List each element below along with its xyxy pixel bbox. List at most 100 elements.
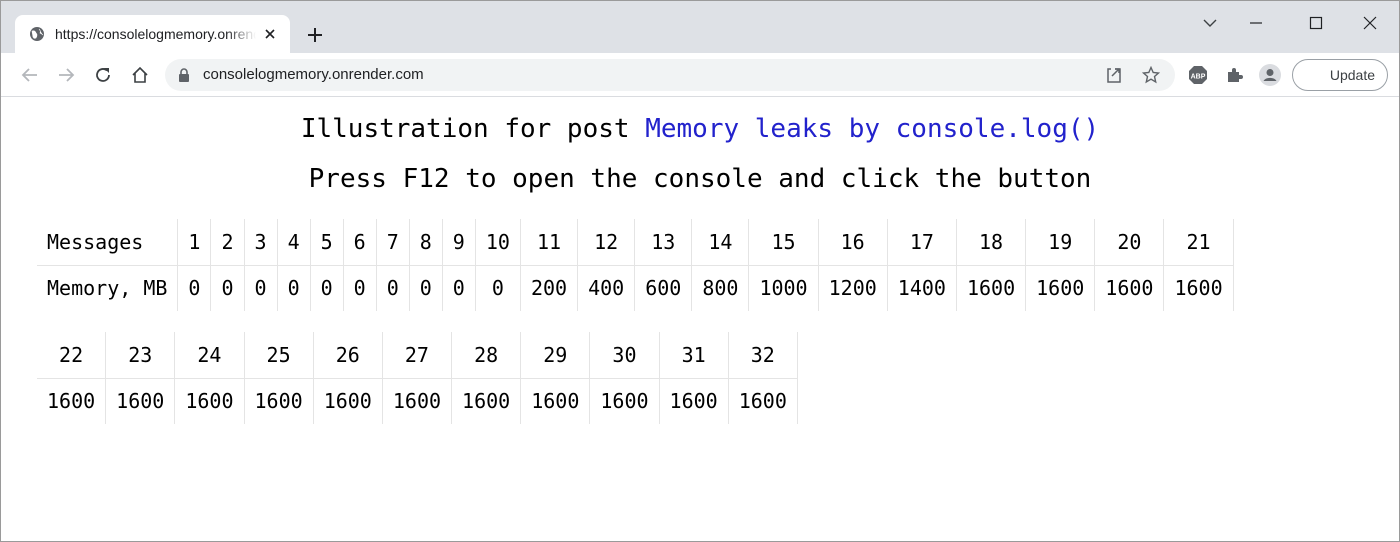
message-count-cell: 19: [1025, 219, 1096, 266]
browser-window: https://consolelogmemory.onrender.com: [0, 0, 1400, 542]
message-count-cell: 6: [343, 219, 377, 266]
message-count-cell: 27: [382, 332, 453, 379]
memory-value-cell: 800: [691, 265, 750, 311]
memory-value-cell: 1600: [313, 378, 383, 424]
close-window-icon[interactable]: [1356, 9, 1384, 37]
address-bar[interactable]: consolelogmemory.onrender.com: [165, 59, 1175, 91]
memory-value-cell: 1600: [1163, 265, 1234, 311]
memory-value-cell: 0: [277, 265, 311, 311]
tab-search-icon[interactable]: [1196, 9, 1224, 37]
memory-value-cell: 0: [409, 265, 443, 311]
memory-value-cell: 1600: [451, 378, 522, 424]
message-count-cell: 25: [244, 332, 314, 379]
messages-row-label: Messages: [37, 219, 179, 266]
message-count-cell: 20: [1094, 219, 1165, 266]
lock-icon[interactable]: [177, 68, 191, 82]
memory-value-cell: 0: [343, 265, 377, 311]
message-count-cell: 21: [1163, 219, 1234, 266]
message-count-cell: 16: [818, 219, 888, 266]
extensions-puzzle-icon[interactable]: [1220, 61, 1248, 89]
tab-title: https://consolelogmemory.onrender.com: [55, 26, 256, 42]
memory-value-cell: 0: [177, 265, 212, 311]
browser-tab[interactable]: https://consolelogmemory.onrender.com: [15, 15, 290, 53]
close-icon[interactable]: [262, 26, 278, 42]
memory-table-1: Messages 1 2 3 4 5 6 7 8 9 10 11 12 13 14 15 16 17 18 19 20…: [37, 219, 1234, 311]
message-count-cell: 3: [244, 219, 278, 266]
heading-prefix: Illustration for post: [300, 114, 646, 144]
memory-table-2: 22 23 24 25 26 27 28 29 30 31 32 1600 1600 1600 1600 1…: [37, 332, 798, 424]
message-count-cell: 8: [409, 219, 443, 266]
memory-value-cell: 1400: [887, 265, 957, 311]
message-count-cell: 1: [177, 219, 212, 266]
message-count-cell: 29: [520, 332, 591, 379]
message-count-cell: 31: [659, 332, 729, 379]
memory-value-cell: 1000: [748, 265, 819, 311]
browser-toolbar: consolelogmemory.onrender.com ABP Update: [1, 53, 1399, 97]
message-count-cell: 10: [475, 219, 521, 266]
memory-value-cell: 1200: [818, 265, 888, 311]
message-count-cell: 26: [313, 332, 383, 379]
url-text: consolelogmemory.onrender.com: [203, 66, 424, 83]
message-count-cell: 11: [520, 219, 579, 266]
memory-value-cell: 1600: [1094, 265, 1165, 311]
message-count-cell: 12: [577, 219, 636, 266]
memory-value-cell: 1600: [589, 378, 660, 424]
share-icon[interactable]: [1100, 61, 1128, 89]
memory-value-cell: 1600: [1025, 265, 1096, 311]
tab-strip: https://consolelogmemory.onrender.com: [1, 1, 1399, 53]
memory-value-cell: 1600: [174, 378, 245, 424]
memory-value-cell: 0: [376, 265, 410, 311]
memory-value-cell: 200: [520, 265, 579, 311]
minimize-icon[interactable]: [1242, 9, 1270, 37]
post-link[interactable]: Memory leaks by console.log(): [645, 114, 1099, 144]
message-count-cell: 17: [887, 219, 957, 266]
message-count-cell: 13: [634, 219, 693, 266]
message-count-cell: 23: [105, 332, 176, 379]
message-count-cell: 24: [174, 332, 245, 379]
home-icon[interactable]: [126, 61, 154, 89]
message-count-cell: 15: [748, 219, 819, 266]
message-count-cell: 32: [728, 332, 798, 379]
message-count-cell: 7: [376, 219, 410, 266]
memory-value-cell: 1600: [382, 378, 453, 424]
page-content: Illustration for post Memory leaks by co…: [1, 98, 1399, 541]
memory-value-cell: 1600: [105, 378, 176, 424]
instruction-text: Press F12 to open the console and click …: [308, 164, 1092, 194]
update-label: Update: [1329, 67, 1375, 83]
bookmark-star-icon[interactable]: [1137, 61, 1165, 89]
message-count-cell: 5: [310, 219, 344, 266]
memory-value-cell: 400: [577, 265, 636, 311]
maximize-icon[interactable]: [1302, 9, 1330, 37]
back-arrow-icon[interactable]: [16, 61, 44, 89]
reload-icon[interactable]: [89, 61, 117, 89]
profile-avatar-icon[interactable]: [1256, 61, 1284, 89]
memory-row-label: Memory, MB: [37, 265, 179, 311]
globe-icon: [29, 26, 45, 42]
message-count-cell: 18: [956, 219, 1027, 266]
memory-value-cell: 0: [244, 265, 278, 311]
memory-value-cell: 1600: [520, 378, 591, 424]
update-button[interactable]: Update: [1292, 59, 1388, 91]
message-count-cell: 9: [442, 219, 476, 266]
message-count-cell: 4: [277, 219, 311, 266]
message-count-cell: 22: [37, 332, 107, 379]
page-heading: Illustration for post Memory leaks by co…: [1, 114, 1399, 144]
memory-row: Memory, MB 0 0 0 0 0 0 0 0 0 0 200 400 600 800 1000 120…: [37, 265, 1234, 311]
messages-row: 22 23 24 25 26 27 28 29 30 31 32: [37, 332, 798, 379]
svg-text:ABP: ABP: [1191, 74, 1206, 81]
messages-row: Messages 1 2 3 4 5 6 7 8 9 10 11 12 13 14 15 16 17 18 19 20…: [37, 219, 1234, 266]
message-count-cell: 14: [691, 219, 750, 266]
memory-row: 1600 1600 1600 1600 1600 1600 1600 1600 1600 1600…: [37, 378, 798, 424]
memory-value-cell: 0: [210, 265, 245, 311]
memory-value-cell: 1600: [37, 378, 107, 424]
adblock-plus-icon[interactable]: ABP: [1184, 61, 1212, 89]
new-tab-button[interactable]: [301, 21, 329, 49]
memory-value-cell: 1600: [956, 265, 1027, 311]
message-count-cell: 2: [210, 219, 245, 266]
memory-value-cell: 0: [310, 265, 344, 311]
memory-value-cell: 0: [442, 265, 476, 311]
message-count-cell: 28: [451, 332, 522, 379]
forward-arrow-icon[interactable]: [52, 61, 80, 89]
memory-value-cell: 0: [475, 265, 521, 311]
memory-value-cell: 1600: [244, 378, 314, 424]
